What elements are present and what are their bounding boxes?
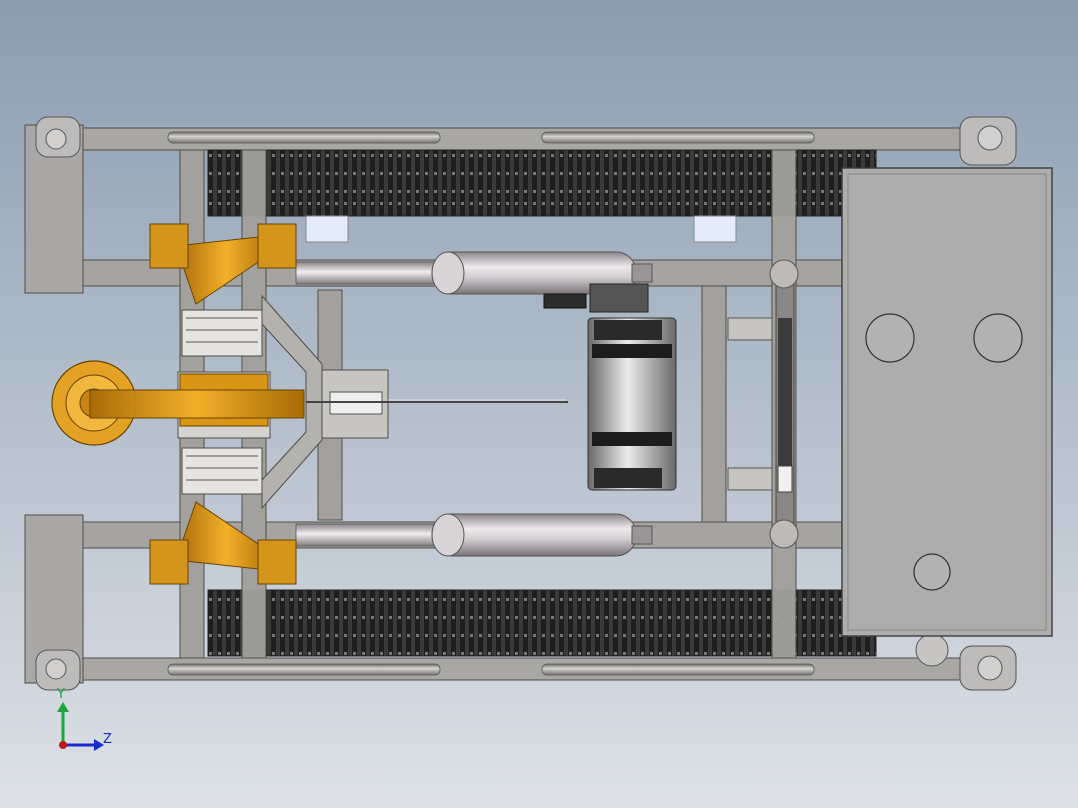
triad-origin (59, 741, 67, 749)
control-panel (841, 167, 1053, 637)
clamp-head-assembly (51, 360, 305, 446)
cad-graphics-area[interactable]: Y Z (0, 0, 1078, 808)
triad-z-label: Z (103, 732, 112, 747)
cad-model-view[interactable] (0, 0, 1078, 808)
triad-y-label: Y (57, 687, 65, 702)
